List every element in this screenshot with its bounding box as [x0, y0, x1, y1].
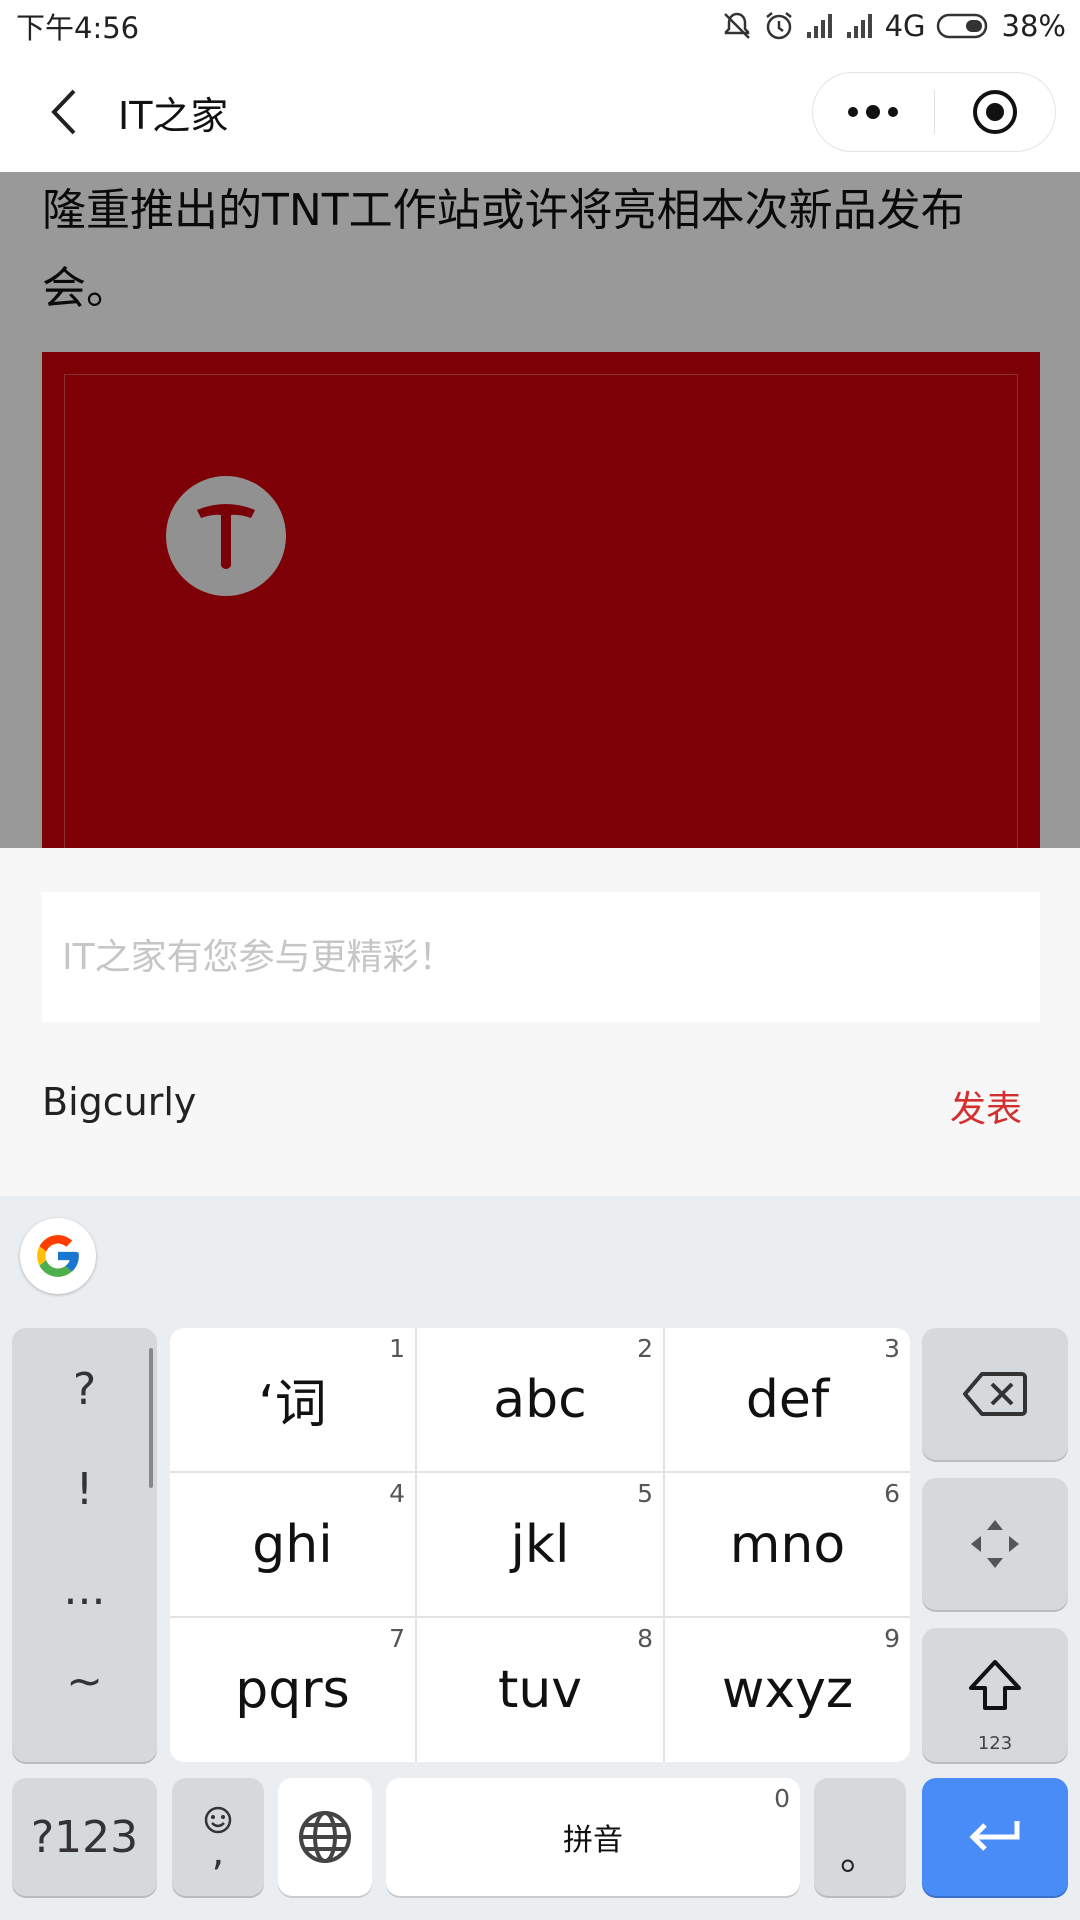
google-g-icon — [37, 1235, 79, 1277]
mute-icon — [721, 10, 753, 42]
key-1[interactable]: ‘词 1 — [170, 1328, 415, 1471]
alarm-icon — [763, 10, 795, 42]
battery-level: 38% — [1001, 9, 1066, 43]
miniprogram-capsule — [812, 72, 1056, 152]
space-key[interactable]: 拼音 0 — [386, 1778, 800, 1896]
signal-icon-2 — [845, 12, 875, 40]
article-content: 隆重推出的TNT工作站或许将亮相本次新品发布会。 — [0, 172, 1080, 848]
status-bar: 下午4:56 4G 38% — [0, 0, 1080, 52]
backspace-key[interactable] — [922, 1328, 1068, 1460]
period-key[interactable]: 。 — [814, 1778, 906, 1896]
shift-sublabel: 123 — [977, 1733, 1013, 1754]
shift-arrow-icon — [969, 1660, 1021, 1710]
page-title: IT之家 — [118, 93, 229, 138]
nav-bar: IT之家 — [0, 52, 1080, 172]
back-button[interactable] — [28, 77, 98, 147]
t9-grid: ‘词 1 abc 2 def 3 ghi 4 jkl 5 mno 6 pqrs 7 tuv 8 … — [170, 1328, 910, 1762]
status-icons: 4G 38% — [721, 9, 1066, 43]
punct-ellipsis[interactable]: ... — [12, 1564, 157, 1615]
punct-exclaim[interactable]: ! — [12, 1464, 157, 1515]
dim-overlay[interactable] — [0, 172, 1080, 848]
globe-icon — [299, 1811, 351, 1863]
close-miniprogram-button[interactable] — [935, 73, 1056, 151]
network-type: 4G — [884, 9, 926, 43]
signal-icon-1 — [805, 12, 835, 40]
symbols-key[interactable]: ?123 — [12, 1778, 157, 1896]
post-button[interactable]: 发表 — [950, 1080, 1022, 1132]
more-button[interactable] — [813, 73, 934, 151]
status-time: 下午4:56 — [16, 11, 140, 45]
key-9[interactable]: wxyz 9 — [665, 1618, 910, 1762]
key-4[interactable]: ghi 4 — [170, 1473, 415, 1616]
target-icon — [972, 90, 1017, 134]
more-dots-icon — [848, 105, 899, 119]
comment-panel: Bigcurly 发表 — [0, 848, 1080, 1196]
enter-key[interactable] — [922, 1778, 1068, 1896]
backspace-icon — [963, 1372, 1027, 1416]
key-2[interactable]: abc 2 — [417, 1328, 663, 1471]
back-arrow-icon — [51, 89, 76, 135]
shift-key[interactable]: 123 — [922, 1628, 1068, 1762]
key-7[interactable]: pqrs 7 — [170, 1618, 415, 1762]
keyboard: ? ! ... ~ ‘词 1 abc 2 def 3 ghi 4 jkl 5 mno 6 p… — [0, 1196, 1080, 1920]
comment-input[interactable] — [42, 892, 1040, 1022]
punctuation-column[interactable]: ? ! ... ~ — [12, 1328, 157, 1762]
move-cursor-icon — [971, 1520, 1019, 1568]
emoji-comma-key[interactable]: , — [172, 1778, 264, 1896]
enter-arrow-icon — [969, 1821, 1020, 1851]
key-8[interactable]: tuv 8 — [417, 1618, 663, 1762]
punct-tilde[interactable]: ~ — [12, 1656, 157, 1707]
google-button[interactable] — [20, 1218, 96, 1294]
language-key[interactable] — [278, 1778, 372, 1896]
cursor-move-key[interactable] — [922, 1478, 1068, 1610]
key-6[interactable]: mno 6 — [665, 1473, 910, 1616]
key-5[interactable]: jkl 5 — [417, 1473, 663, 1616]
battery-icon — [936, 12, 992, 40]
key-3[interactable]: def 3 — [665, 1328, 910, 1471]
username: Bigcurly — [42, 1080, 197, 1124]
punct-question[interactable]: ? — [12, 1364, 157, 1415]
